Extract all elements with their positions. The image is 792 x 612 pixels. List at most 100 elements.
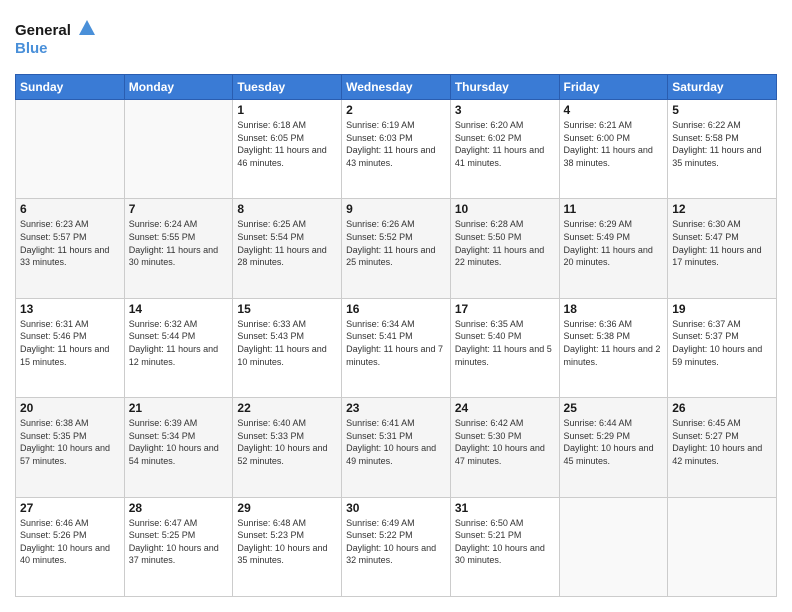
week-row-3: 13 Sunrise: 6:31 AM Sunset: 5:46 PM Dayli… — [16, 298, 777, 397]
day-cell: 14Sunrise: 6:32 AM Sunset: 5:44 PM Dayli… — [124, 298, 233, 397]
day-cell: 19 Sunrise: 6:37 AM Sunset: 5:37 PM Dayli… — [668, 298, 777, 397]
day-info: Sunrise: 6:42 AM Sunset: 5:30 PM Dayligh… — [455, 417, 555, 467]
day-cell: 5 Sunrise: 6:22 AM Sunset: 5:58 PM Daylig… — [668, 100, 777, 199]
day-cell: 12 Sunrise: 6:30 AM Sunset: 5:47 PM Dayli… — [668, 199, 777, 298]
day-number: 28 — [129, 501, 229, 515]
day-cell: 17 Sunrise: 6:35 AM Sunset: 5:40 PM Dayli… — [450, 298, 559, 397]
header-tuesday: Tuesday — [233, 75, 342, 100]
day-info: Sunrise: 6:26 AM Sunset: 5:52 PM Dayligh… — [346, 218, 446, 268]
day-cell: 13 Sunrise: 6:31 AM Sunset: 5:46 PM Dayli… — [16, 298, 125, 397]
day-info: Sunrise: 6:34 AM Sunset: 5:41 PM Dayligh… — [346, 318, 446, 368]
day-cell: 26Sunrise: 6:45 AM Sunset: 5:27 PM Dayli… — [668, 398, 777, 497]
day-number: 2 — [346, 103, 446, 117]
day-cell: 21Sunrise: 6:39 AM Sunset: 5:34 PM Dayli… — [124, 398, 233, 497]
svg-text:Blue: Blue — [15, 40, 48, 57]
day-info: Sunrise: 6:21 AM Sunset: 6:00 PM Dayligh… — [564, 119, 664, 169]
day-cell: 4 Sunrise: 6:21 AM Sunset: 6:00 PM Daylig… — [559, 100, 668, 199]
header-monday: Monday — [124, 75, 233, 100]
day-number: 25 — [564, 401, 664, 415]
day-info: Sunrise: 6:31 AM Sunset: 5:46 PM Dayligh… — [20, 318, 120, 368]
day-info: Sunrise: 6:50 AM Sunset: 5:21 PM Dayligh… — [455, 517, 555, 567]
day-number: 12 — [672, 202, 772, 216]
svg-text:General: General — [15, 22, 71, 39]
day-info: Sunrise: 6:24 AM Sunset: 5:55 PM Dayligh… — [129, 218, 229, 268]
calendar-table: SundayMondayTuesdayWednesdayThursdayFrid… — [15, 74, 777, 597]
day-cell: 16 Sunrise: 6:34 AM Sunset: 5:41 PM Dayli… — [342, 298, 451, 397]
week-row-5: 27 Sunrise: 6:46 AM Sunset: 5:26 PM Dayli… — [16, 497, 777, 596]
day-number: 26 — [672, 401, 772, 415]
day-cell — [559, 497, 668, 596]
day-number: 6 — [20, 202, 120, 216]
day-number: 4 — [564, 103, 664, 117]
day-info: Sunrise: 6:35 AM Sunset: 5:40 PM Dayligh… — [455, 318, 555, 368]
day-number: 30 — [346, 501, 446, 515]
day-cell: 10 Sunrise: 6:28 AM Sunset: 5:50 PM Dayli… — [450, 199, 559, 298]
day-number: 9 — [346, 202, 446, 216]
day-number: 18 — [564, 302, 664, 316]
day-number: 7 — [129, 202, 229, 216]
day-cell: 7 Sunrise: 6:24 AM Sunset: 5:55 PM Daylig… — [124, 199, 233, 298]
logo: General Blue — [15, 15, 95, 64]
day-number: 23 — [346, 401, 446, 415]
header-thursday: Thursday — [450, 75, 559, 100]
day-info: Sunrise: 6:19 AM Sunset: 6:03 PM Dayligh… — [346, 119, 446, 169]
day-cell — [668, 497, 777, 596]
day-info: Sunrise: 6:47 AM Sunset: 5:25 PM Dayligh… — [129, 517, 229, 567]
day-number: 17 — [455, 302, 555, 316]
header-sunday: Sunday — [16, 75, 125, 100]
day-info: Sunrise: 6:41 AM Sunset: 5:31 PM Dayligh… — [346, 417, 446, 467]
day-cell: 30 Sunrise: 6:49 AM Sunset: 5:22 PM Dayli… — [342, 497, 451, 596]
header-wednesday: Wednesday — [342, 75, 451, 100]
day-number: 10 — [455, 202, 555, 216]
day-cell: 25 Sunrise: 6:44 AM Sunset: 5:29 PM Dayli… — [559, 398, 668, 497]
day-cell: 28 Sunrise: 6:47 AM Sunset: 5:25 PM Dayli… — [124, 497, 233, 596]
day-cell: 22Sunrise: 6:40 AM Sunset: 5:33 PM Dayli… — [233, 398, 342, 497]
day-number: 20 — [20, 401, 120, 415]
day-number: 11 — [564, 202, 664, 216]
day-cell — [124, 100, 233, 199]
day-cell: 18 Sunrise: 6:36 AM Sunset: 5:38 PM Dayli… — [559, 298, 668, 397]
week-row-2: 6Sunrise: 6:23 AM Sunset: 5:57 PM Daylig… — [16, 199, 777, 298]
page: General Blue SundayMondayTuesdayWednesda… — [0, 0, 792, 612]
day-number: 16 — [346, 302, 446, 316]
week-row-1: 1Sunrise: 6:18 AM Sunset: 6:05 PM Daylig… — [16, 100, 777, 199]
day-cell: 31Sunrise: 6:50 AM Sunset: 5:21 PM Dayli… — [450, 497, 559, 596]
day-number: 3 — [455, 103, 555, 117]
day-info: Sunrise: 6:28 AM Sunset: 5:50 PM Dayligh… — [455, 218, 555, 268]
day-number: 13 — [20, 302, 120, 316]
day-number: 27 — [20, 501, 120, 515]
header: General Blue — [15, 15, 777, 64]
header-friday: Friday — [559, 75, 668, 100]
day-number: 24 — [455, 401, 555, 415]
day-info: Sunrise: 6:49 AM Sunset: 5:22 PM Dayligh… — [346, 517, 446, 567]
day-info: Sunrise: 6:30 AM Sunset: 5:47 PM Dayligh… — [672, 218, 772, 268]
day-info: Sunrise: 6:46 AM Sunset: 5:26 PM Dayligh… — [20, 517, 120, 567]
day-info: Sunrise: 6:44 AM Sunset: 5:29 PM Dayligh… — [564, 417, 664, 467]
day-number: 1 — [237, 103, 337, 117]
day-cell: 15Sunrise: 6:33 AM Sunset: 5:43 PM Dayli… — [233, 298, 342, 397]
day-number: 29 — [237, 501, 337, 515]
day-info: Sunrise: 6:48 AM Sunset: 5:23 PM Dayligh… — [237, 517, 337, 567]
day-number: 21 — [129, 401, 229, 415]
day-cell: 24 Sunrise: 6:42 AM Sunset: 5:30 PM Dayli… — [450, 398, 559, 497]
day-number: 22 — [237, 401, 337, 415]
day-info: Sunrise: 6:32 AM Sunset: 5:44 PM Dayligh… — [129, 318, 229, 368]
logo-icon: General Blue — [15, 15, 95, 59]
day-number: 5 — [672, 103, 772, 117]
day-number: 15 — [237, 302, 337, 316]
day-cell: 6Sunrise: 6:23 AM Sunset: 5:57 PM Daylig… — [16, 199, 125, 298]
day-info: Sunrise: 6:36 AM Sunset: 5:38 PM Dayligh… — [564, 318, 664, 368]
day-cell: 9 Sunrise: 6:26 AM Sunset: 5:52 PM Daylig… — [342, 199, 451, 298]
day-info: Sunrise: 6:25 AM Sunset: 5:54 PM Dayligh… — [237, 218, 337, 268]
day-number: 8 — [237, 202, 337, 216]
day-cell: 11Sunrise: 6:29 AM Sunset: 5:49 PM Dayli… — [559, 199, 668, 298]
day-cell: 2 Sunrise: 6:19 AM Sunset: 6:03 PM Daylig… — [342, 100, 451, 199]
day-info: Sunrise: 6:20 AM Sunset: 6:02 PM Dayligh… — [455, 119, 555, 169]
day-cell: 1Sunrise: 6:18 AM Sunset: 6:05 PM Daylig… — [233, 100, 342, 199]
day-cell: 29 Sunrise: 6:48 AM Sunset: 5:23 PM Dayli… — [233, 497, 342, 596]
calendar-header-row: SundayMondayTuesdayWednesdayThursdayFrid… — [16, 75, 777, 100]
day-info: Sunrise: 6:22 AM Sunset: 5:58 PM Dayligh… — [672, 119, 772, 169]
week-row-4: 20Sunrise: 6:38 AM Sunset: 5:35 PM Dayli… — [16, 398, 777, 497]
day-info: Sunrise: 6:37 AM Sunset: 5:37 PM Dayligh… — [672, 318, 772, 368]
day-number: 19 — [672, 302, 772, 316]
